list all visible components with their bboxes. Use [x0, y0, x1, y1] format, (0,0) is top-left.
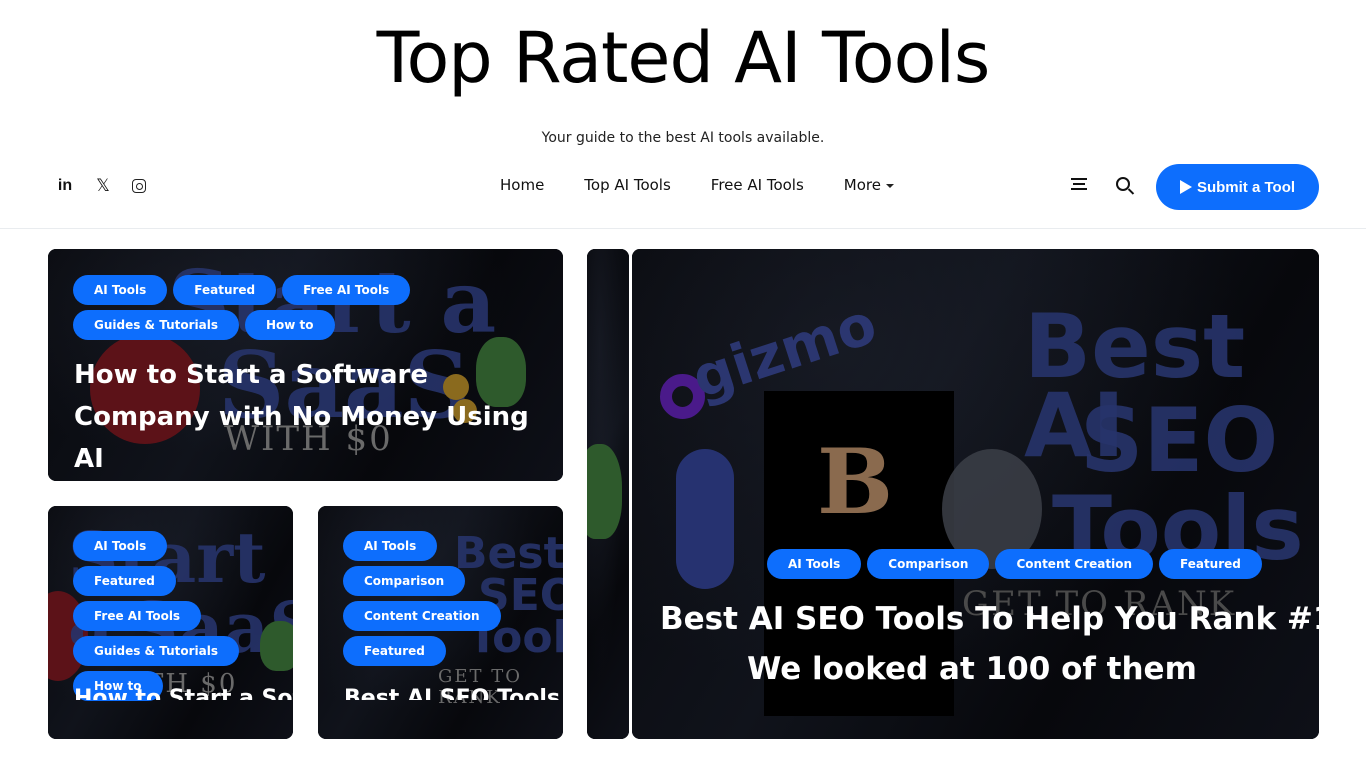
- post-card-seo-featured[interactable]: gizmo B Best AI SEO Tools GET TO RANK AI…: [632, 249, 1319, 739]
- tag-featured[interactable]: Featured: [343, 636, 446, 666]
- post-title[interactable]: How to Start a Software Company with No …: [74, 686, 293, 700]
- nav-free-ai-tools[interactable]: Free AI Tools: [711, 176, 804, 194]
- money-bag-graphic: [587, 444, 622, 539]
- image-watermark-seo: SEO: [1080, 389, 1279, 492]
- nav-top-ai-tools[interactable]: Top AI Tools: [584, 176, 670, 194]
- tag-ai-tools[interactable]: AI Tools: [767, 549, 862, 579]
- search-icon[interactable]: [1116, 177, 1130, 191]
- tag-comparison[interactable]: Comparison: [867, 549, 990, 579]
- nav-home[interactable]: Home: [500, 176, 544, 194]
- tag-list: AI Tools Featured Free AI Tools Guides &…: [73, 531, 273, 701]
- nav-more-dropdown[interactable]: More: [844, 176, 894, 194]
- decorative-bar: [676, 449, 734, 589]
- hamburger-menu-icon[interactable]: [1071, 178, 1087, 191]
- slider-previous-slide[interactable]: [587, 249, 629, 739]
- social-links: in 𝕏: [56, 175, 146, 197]
- linkedin-icon[interactable]: in: [56, 175, 74, 197]
- tag-guides-tutorials[interactable]: Guides & Tutorials: [73, 310, 239, 340]
- post-title-line1: Best AI SEO Tools To Help You Rank #1!: [660, 601, 1319, 637]
- post-title[interactable]: Best AI SEO Tools To Help You Rank #1! W…: [344, 686, 563, 700]
- instagram-icon[interactable]: [132, 179, 146, 193]
- submit-tool-label: Submit a Tool: [1196, 178, 1296, 196]
- x-twitter-icon[interactable]: 𝕏: [94, 175, 112, 197]
- post-card-seo-small[interactable]: Best SEO Tools GET TO RANK AI Tools Comp…: [318, 506, 563, 739]
- tag-free-ai-tools[interactable]: Free AI Tools: [282, 275, 411, 305]
- tag-content-creation[interactable]: Content Creation: [995, 549, 1153, 579]
- site-tagline: Your guide to the best AI tools availabl…: [541, 130, 825, 146]
- site-title[interactable]: Top Rated AI Tools: [0, 10, 1366, 106]
- tag-how-to[interactable]: How to: [244, 310, 335, 340]
- post-card-saas-small[interactable]: Start a SaaS WITH $0 AI Tools Featured F…: [48, 506, 293, 739]
- brand-logo-letter: B: [817, 429, 894, 535]
- tag-list: AI Tools Comparison Content Creation Fea…: [343, 531, 543, 666]
- tag-ai-tools[interactable]: AI Tools: [73, 531, 168, 561]
- tag-comparison[interactable]: Comparison: [343, 566, 466, 596]
- main-nav: Home Top AI Tools Free AI Tools More: [500, 176, 894, 194]
- post-title-line2: We looked at 100 of them: [747, 651, 1197, 687]
- tag-content-creation[interactable]: Content Creation: [343, 601, 501, 631]
- tag-list: AI Tools Featured Free AI Tools Guides &…: [73, 275, 413, 340]
- tag-ai-tools[interactable]: AI Tools: [73, 275, 168, 305]
- post-card-saas-large[interactable]: Start a SaaS WITH $0 AI Tools Featured F…: [48, 249, 563, 481]
- tag-featured[interactable]: Featured: [173, 275, 277, 305]
- submit-tool-button[interactable]: Submit a Tool: [1156, 164, 1319, 210]
- tag-free-ai-tools[interactable]: Free AI Tools: [73, 601, 202, 631]
- post-title[interactable]: How to Start a Software Company with No …: [74, 354, 544, 480]
- play-icon: [1179, 180, 1192, 194]
- site-header: Top Rated AI Tools Your guide to the bes…: [0, 0, 1366, 229]
- tag-featured[interactable]: Featured: [1159, 549, 1262, 579]
- tag-guides-tutorials[interactable]: Guides & Tutorials: [73, 636, 239, 666]
- tag-featured[interactable]: Featured: [73, 566, 176, 596]
- tag-ai-tools[interactable]: AI Tools: [343, 531, 438, 561]
- post-title[interactable]: Best AI SEO Tools To Help You Rank #1! W…: [632, 594, 1319, 694]
- caret-down-icon: [885, 183, 894, 188]
- tag-list: AI Tools Comparison Content Creation Fea…: [767, 549, 1262, 579]
- nav-more-label: More: [843, 176, 881, 194]
